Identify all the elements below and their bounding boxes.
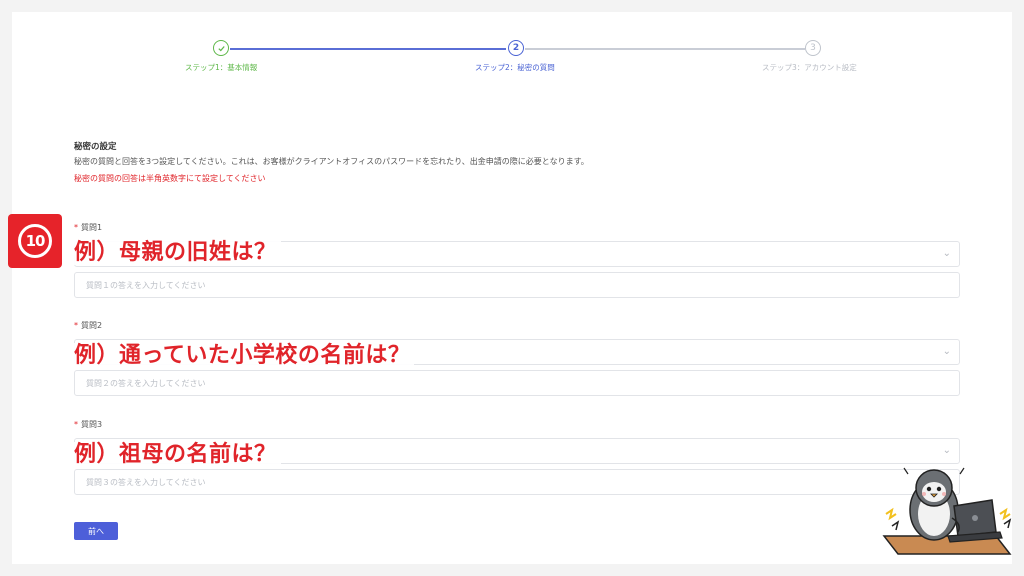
step-1-label: ステップ1：基本情報 [185,63,258,72]
step-number-badge: 10 [8,214,62,268]
step-3-label: ステップ3：アカウント設定 [762,63,857,72]
stepper-line-completed [230,48,506,50]
question-3-example-text: 例）祖母の名前は？ [74,442,281,467]
question-3-label-text: 質問3 [81,420,103,429]
question-2-label: * 質問2 [74,320,102,331]
chevron-down-icon: ⌄ [942,346,951,357]
step-3-indicator: 3 [805,40,821,56]
question-3-example-overlay: 例）祖母の名前は？ [74,436,281,468]
badge-number: 10 [18,224,52,258]
question-3-answer-input[interactable] [74,469,960,495]
section-warning: 秘密の質問の回答は半角英数字にて設定してください [74,174,266,183]
section-description: 秘密の質問と回答を3つ設定してください。これは、お客様がクライアントオフィスのパ… [74,157,589,166]
question-2-example-text: 例）通っていた小学校の名前は？ [74,343,415,368]
required-mark: * [74,420,78,429]
question-2-answer-input[interactable] [74,370,960,396]
required-mark: * [74,223,78,232]
question-1-label: * 質問1 [74,222,102,233]
required-mark: * [74,321,78,330]
question-3-label: * 質問3 [74,419,102,430]
prev-button[interactable]: 前へ [74,522,118,540]
step-2-label: ステップ2：秘密の質問 [475,63,555,72]
question-1-label-text: 質問1 [81,223,103,232]
chevron-down-icon: ⌄ [942,445,951,456]
section-title: 秘密の設定 [74,142,117,152]
step-1-check-icon [213,40,229,56]
question-1-answer-input[interactable] [74,272,960,298]
penguin-laptop-icon [882,467,1012,555]
question-2-example-overlay: 例）通っていた小学校の名前は？ [74,337,415,369]
question-1-example-overlay: 例）母親の旧姓は？ [74,234,281,266]
question-1-example-text: 例）母親の旧姓は？ [74,240,281,265]
chevron-down-icon: ⌄ [942,248,951,259]
stepper-line-pending [525,48,805,50]
step-2-indicator: 2 [508,40,524,56]
question-2-label-text: 質問2 [81,321,103,330]
